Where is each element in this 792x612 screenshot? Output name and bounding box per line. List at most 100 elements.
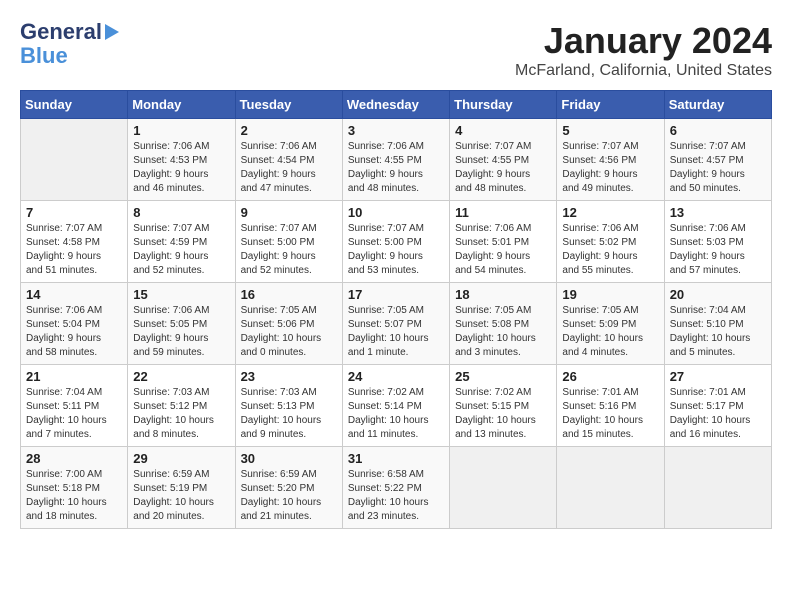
calendar-body: 1 Sunrise: 7:06 AMSunset: 4:53 PMDaylight… [21,119,772,529]
day-info: Sunrise: 7:06 AMSunset: 5:03 PMDaylight:… [670,222,766,278]
day-number: 13 [670,205,766,220]
calendar-cell: 12Sunrise: 7:06 AMSunset: 5:02 PMDayligh… [557,201,664,283]
calendar-cell: 1 Sunrise: 7:06 AMSunset: 4:53 PMDaylight… [128,119,235,201]
day-number: 31 [348,451,444,466]
day-number: 12 [562,205,658,220]
calendar-cell: 4 Sunrise: 7:07 AMSunset: 4:55 PMDaylight… [450,119,557,201]
day-of-week-header: Tuesday [235,91,342,119]
day-info: Sunrise: 7:06 AMSunset: 4:53 PMDaylight:… [133,140,229,196]
day-info: Sunrise: 7:03 AMSunset: 5:12 PMDaylight:… [133,386,229,442]
calendar-cell: 16 Sunrise: 7:05 AMSunset: 5:06 PMDayligh… [235,283,342,365]
calendar-cell: 30Sunrise: 6:59 AMSunset: 5:20 PMDayligh… [235,447,342,529]
calendar-cell: 13 Sunrise: 7:06 AMSunset: 5:03 PMDayligh… [664,201,771,283]
logo: General Blue [20,20,119,68]
day-number: 15 [133,287,229,302]
day-number: 24 [348,369,444,384]
day-info: Sunrise: 7:07 AMSunset: 4:56 PMDaylight:… [562,140,658,196]
calendar-cell [557,447,664,529]
day-of-week-header: Sunday [21,91,128,119]
day-number: 10 [348,205,444,220]
calendar-cell: 7 Sunrise: 7:07 AMSunset: 4:58 PMDaylight… [21,201,128,283]
day-info: Sunrise: 7:06 AMSunset: 5:04 PMDaylight:… [26,304,122,360]
day-number: 26 [562,369,658,384]
day-number: 3 [348,123,444,138]
day-info: Sunrise: 7:04 AMSunset: 5:10 PMDaylight:… [670,304,766,360]
calendar-cell: 21 Sunrise: 7:04 AMSunset: 5:11 PMDayligh… [21,365,128,447]
day-info: Sunrise: 7:06 AMSunset: 4:55 PMDaylight:… [348,140,444,196]
day-number: 4 [455,123,551,138]
day-number: 16 [241,287,337,302]
day-info: Sunrise: 7:01 AMSunset: 5:17 PMDaylight:… [670,386,766,442]
calendar-cell: 10 Sunrise: 7:07 AMSunset: 5:00 PMDayligh… [342,201,449,283]
calendar-cell: 25Sunrise: 7:02 AMSunset: 5:15 PMDayligh… [450,365,557,447]
day-of-week-header: Saturday [664,91,771,119]
day-info: Sunrise: 6:58 AMSunset: 5:22 PMDaylight:… [348,468,444,524]
day-number: 14 [26,287,122,302]
day-number: 28 [26,451,122,466]
day-info: Sunrise: 7:07 AMSunset: 5:00 PMDaylight:… [241,222,337,278]
day-of-week-header: Thursday [450,91,557,119]
day-number: 29 [133,451,229,466]
day-number: 27 [670,369,766,384]
day-number: 18 [455,287,551,302]
day-of-week-header: Monday [128,91,235,119]
day-number: 25 [455,369,551,384]
calendar-cell: 27 Sunrise: 7:01 AMSunset: 5:17 PMDayligh… [664,365,771,447]
day-of-week-header: Friday [557,91,664,119]
day-info: Sunrise: 7:06 AMSunset: 5:05 PMDaylight:… [133,304,229,360]
day-info: Sunrise: 6:59 AMSunset: 5:20 PMDaylight:… [241,468,337,524]
day-info: Sunrise: 7:07 AMSunset: 4:55 PMDaylight:… [455,140,551,196]
calendar-cell: 8 Sunrise: 7:07 AMSunset: 4:59 PMDaylight… [128,201,235,283]
day-info: Sunrise: 7:07 AMSunset: 5:00 PMDaylight:… [348,222,444,278]
calendar-cell [21,119,128,201]
calendar-cell: 9 Sunrise: 7:07 AMSunset: 5:00 PMDaylight… [235,201,342,283]
calendar-cell: 6Sunrise: 7:07 AMSunset: 4:57 PMDaylight… [664,119,771,201]
day-info: Sunrise: 7:05 AMSunset: 5:08 PMDaylight:… [455,304,551,360]
day-info: Sunrise: 7:05 AMSunset: 5:09 PMDaylight:… [562,304,658,360]
day-info: Sunrise: 7:06 AMSunset: 4:54 PMDaylight:… [241,140,337,196]
calendar-cell [450,447,557,529]
calendar-cell: 18 Sunrise: 7:05 AMSunset: 5:08 PMDayligh… [450,283,557,365]
day-number: 8 [133,205,229,220]
calendar-cell: 23Sunrise: 7:03 AMSunset: 5:13 PMDayligh… [235,365,342,447]
day-number: 1 [133,123,229,138]
calendar-cell: 19Sunrise: 7:05 AMSunset: 5:09 PMDayligh… [557,283,664,365]
day-info: Sunrise: 7:07 AMSunset: 4:58 PMDaylight:… [26,222,122,278]
calendar-cell: 15 Sunrise: 7:06 AMSunset: 5:05 PMDayligh… [128,283,235,365]
calendar-cell: 5 Sunrise: 7:07 AMSunset: 4:56 PMDaylight… [557,119,664,201]
day-number: 17 [348,287,444,302]
day-info: Sunrise: 7:06 AMSunset: 5:01 PMDaylight:… [455,222,551,278]
calendar-cell: 14 Sunrise: 7:06 AMSunset: 5:04 PMDayligh… [21,283,128,365]
day-number: 22 [133,369,229,384]
calendar-cell: 3 Sunrise: 7:06 AMSunset: 4:55 PMDaylight… [342,119,449,201]
day-number: 9 [241,205,337,220]
day-of-week-header: Wednesday [342,91,449,119]
calendar-cell: 24 Sunrise: 7:02 AMSunset: 5:14 PMDayligh… [342,365,449,447]
calendar-cell: 17Sunrise: 7:05 AMSunset: 5:07 PMDayligh… [342,283,449,365]
calendar-cell: 2 Sunrise: 7:06 AMSunset: 4:54 PMDaylight… [235,119,342,201]
day-number: 21 [26,369,122,384]
calendar-cell: 22 Sunrise: 7:03 AMSunset: 5:12 PMDayligh… [128,365,235,447]
calendar-header-row: SundayMondayTuesdayWednesdayThursdayFrid… [21,91,772,119]
day-info: Sunrise: 7:02 AMSunset: 5:14 PMDaylight:… [348,386,444,442]
calendar-week-row: 21 Sunrise: 7:04 AMSunset: 5:11 PMDayligh… [21,365,772,447]
logo-general: General [20,20,102,44]
logo-arrow-icon [105,24,119,40]
calendar-cell: 11 Sunrise: 7:06 AMSunset: 5:01 PMDayligh… [450,201,557,283]
day-number: 7 [26,205,122,220]
day-number: 11 [455,205,551,220]
logo-blue: Blue [20,44,68,68]
day-info: Sunrise: 7:07 AMSunset: 4:57 PMDaylight:… [670,140,766,196]
day-info: Sunrise: 7:07 AMSunset: 4:59 PMDaylight:… [133,222,229,278]
day-number: 2 [241,123,337,138]
day-info: Sunrise: 7:05 AMSunset: 5:06 PMDaylight:… [241,304,337,360]
calendar-week-row: 7 Sunrise: 7:07 AMSunset: 4:58 PMDaylight… [21,201,772,283]
day-info: Sunrise: 7:04 AMSunset: 5:11 PMDaylight:… [26,386,122,442]
month-year-title: January 2024 [515,20,772,62]
calendar-cell: 20 Sunrise: 7:04 AMSunset: 5:10 PMDayligh… [664,283,771,365]
day-info: Sunrise: 6:59 AMSunset: 5:19 PMDaylight:… [133,468,229,524]
day-info: Sunrise: 7:03 AMSunset: 5:13 PMDaylight:… [241,386,337,442]
calendar-table: SundayMondayTuesdayWednesdayThursdayFrid… [20,90,772,529]
day-number: 5 [562,123,658,138]
day-number: 20 [670,287,766,302]
